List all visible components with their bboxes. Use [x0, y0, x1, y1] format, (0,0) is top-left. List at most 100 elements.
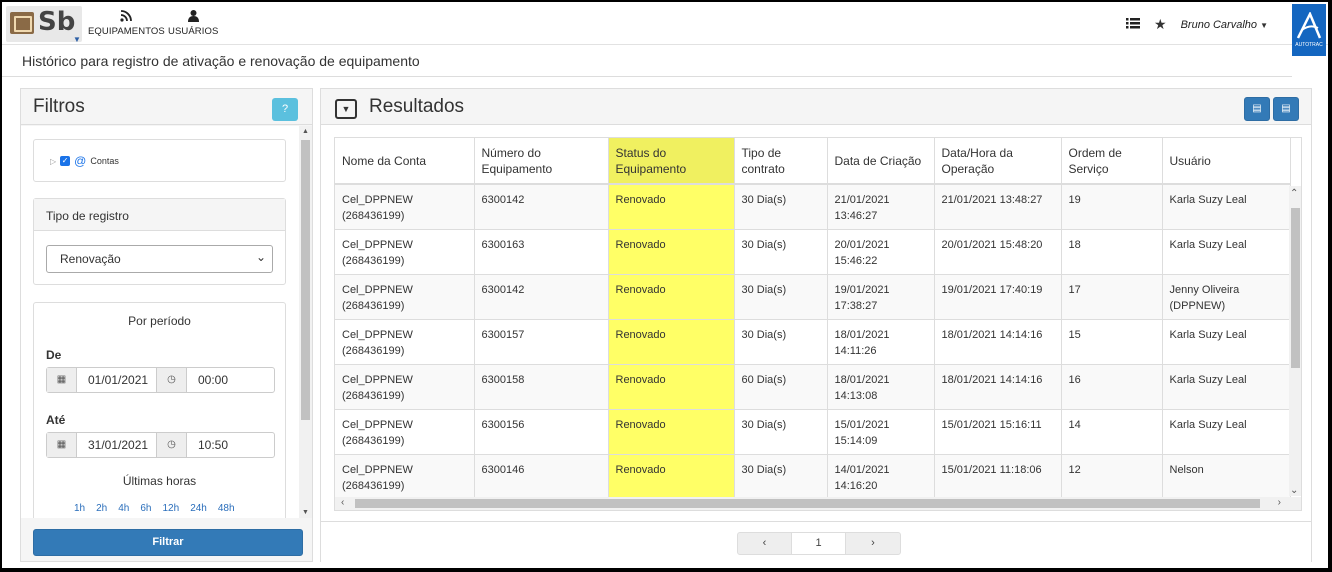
- table-cell: 30 Dia(s): [734, 454, 828, 500]
- scroll-up-icon[interactable]: ▲: [302, 128, 309, 135]
- scroll-down-icon[interactable]: ▼: [302, 509, 309, 516]
- table-vertical-scrollbar[interactable]: ⌃ ⌄: [1289, 186, 1301, 496]
- filters-scrollbar[interactable]: ▲ ▼: [299, 126, 312, 518]
- page-number[interactable]: 1: [792, 533, 846, 554]
- table-cell: Karla Suzy Leal: [1162, 319, 1291, 365]
- tipo-registro-title: Tipo de registro: [34, 199, 285, 231]
- column-header[interactable]: Data de Criação: [827, 138, 935, 185]
- accounts-tree: ▷ ✓ @ Contas: [33, 139, 286, 182]
- table-cell: 18/01/2021 14:13:08: [827, 364, 935, 410]
- nav-equipamentos[interactable]: EQUIPAMENTOS: [88, 10, 165, 37]
- table-cell: Cel_DPPNEW (268436199): [335, 229, 475, 275]
- scroll-up-icon[interactable]: ⌃: [1290, 188, 1298, 199]
- column-header[interactable]: Data/Hora da Operação: [934, 138, 1062, 185]
- table-cell: 60 Dia(s): [734, 364, 828, 410]
- column-header[interactable]: Tipo de contrato: [734, 138, 828, 185]
- table-row[interactable]: Cel_DPPNEW (268436199) 6300157 Renovado 30 …: [335, 319, 1291, 365]
- table-cell: 30 Dia(s): [734, 184, 828, 230]
- export-excel-button[interactable]: ▤: [1244, 97, 1270, 121]
- hour-link[interactable]: 12h: [163, 503, 180, 514]
- scroll-thumb[interactable]: [355, 499, 1260, 508]
- app-window: Sb ▼ EQUIPAMENTOS USUÁRIOS ★ Bruno Carva…: [2, 2, 1328, 568]
- list-icon[interactable]: [1126, 17, 1141, 32]
- table-cell: Cel_DPPNEW (268436199): [335, 319, 475, 365]
- scroll-thumb[interactable]: [301, 140, 310, 420]
- tree-expand-icon[interactable]: ▷: [50, 157, 56, 166]
- calendar-icon[interactable]: ▦: [47, 368, 77, 392]
- table-cell: 15/01/2021 11:18:06: [934, 454, 1062, 500]
- table-cell: 18/01/2021 14:14:16: [934, 319, 1062, 365]
- next-page-button[interactable]: ›: [846, 533, 900, 554]
- hour-link[interactable]: 6h: [140, 503, 151, 514]
- nav-usuarios-label: USUÁRIOS: [168, 26, 219, 37]
- results-header: ▼ Resultados ▤ ▤: [321, 89, 1311, 125]
- table-header-row: Nome da Conta Número do Equipamento Stat…: [335, 138, 1291, 185]
- de-date-input[interactable]: 01/01/2021: [77, 368, 157, 392]
- user-menu[interactable]: Bruno Carvalho ▼: [1181, 19, 1268, 31]
- ate-input-group: ▦ 31/01/2021 ◷ 10:50: [46, 432, 275, 458]
- table-cell: Renovado: [608, 454, 735, 500]
- table-row[interactable]: Cel_DPPNEW (268436199) 6300163 Renovado 30 …: [335, 229, 1291, 275]
- star-icon[interactable]: ★: [1154, 16, 1167, 33]
- results-table-container: Nome da Conta Número do Equipamento Stat…: [334, 137, 1302, 511]
- table-cell: 21/01/2021 13:48:27: [934, 184, 1062, 230]
- app-logo[interactable]: Sb ▼: [6, 6, 82, 44]
- clock-icon[interactable]: ◷: [157, 368, 187, 392]
- periodo-panel: Por período De ▦ 01/01/2021 ◷ 00:00 Até …: [33, 302, 286, 518]
- table-cell: 14/01/2021 14:16:20: [827, 454, 935, 500]
- table-row[interactable]: Cel_DPPNEW (268436199) 6300146 Renovado 30 …: [335, 454, 1291, 500]
- scroll-down-icon[interactable]: ⌄: [1290, 485, 1298, 496]
- help-button[interactable]: ?: [272, 98, 298, 121]
- table-cell: 6300156: [474, 409, 609, 455]
- filters-body: ▷ ✓ @ Contas Tipo de registro Renovação …: [21, 126, 299, 518]
- clock-icon[interactable]: ◷: [157, 433, 187, 457]
- filters-panel: Filtros ? ▷ ✓ @ Contas Tipo de registro …: [20, 88, 313, 562]
- table-cell: Karla Suzy Leal: [1162, 229, 1291, 275]
- table-row[interactable]: Cel_DPPNEW (268436199) 6300158 Renovado 60 …: [335, 364, 1291, 410]
- table-horizontal-scrollbar[interactable]: ‹ ›: [335, 497, 1301, 510]
- table-row[interactable]: Cel_DPPNEW (268436199) 6300142 Renovado 30 …: [335, 184, 1291, 230]
- table-cell: 19/01/2021 17:40:19: [934, 274, 1062, 320]
- checkbox-contas[interactable]: ✓: [60, 156, 71, 166]
- filters-title: Filtros: [33, 96, 85, 117]
- calendar-icon[interactable]: ▦: [47, 433, 77, 457]
- rss-icon: [88, 10, 165, 26]
- de-time-input[interactable]: 00:00: [187, 368, 274, 392]
- filter-icon: ▼: [341, 104, 351, 114]
- scroll-right-icon[interactable]: ›: [1278, 497, 1281, 508]
- tree-label-contas: Contas: [90, 156, 119, 166]
- column-header[interactable]: Usuário: [1162, 138, 1291, 185]
- table-cell: 15/01/2021 15:14:09: [827, 409, 935, 455]
- column-header[interactable]: Nome da Conta: [335, 138, 475, 185]
- table-row[interactable]: Cel_DPPNEW (268436199) 6300156 Renovado 30 …: [335, 409, 1291, 455]
- brand-logo: AUTOTRAC: [1292, 4, 1326, 56]
- column-header[interactable]: Status do Equipamento: [608, 138, 735, 185]
- chevron-down-icon: ▼: [73, 35, 81, 44]
- prev-page-button[interactable]: ‹: [738, 533, 792, 554]
- table-cell: Renovado: [608, 364, 735, 410]
- table-cell: 15/01/2021 15:16:11: [934, 409, 1062, 455]
- export-pdf-button[interactable]: ▤: [1273, 97, 1299, 121]
- hour-link[interactable]: 48h: [218, 503, 235, 514]
- scroll-thumb[interactable]: [1291, 208, 1300, 368]
- filter-toggle-button[interactable]: ▼: [335, 99, 357, 119]
- ate-date-input[interactable]: 31/01/2021: [77, 433, 157, 457]
- user-name: Bruno Carvalho: [1180, 18, 1258, 31]
- scroll-left-icon[interactable]: ‹: [341, 497, 344, 508]
- hour-link[interactable]: 4h: [118, 503, 129, 514]
- filtrar-button[interactable]: Filtrar: [33, 529, 303, 556]
- column-header[interactable]: Ordem de Serviço: [1061, 138, 1163, 185]
- nav-usuarios[interactable]: USUÁRIOS: [168, 10, 218, 37]
- table-row[interactable]: Cel_DPPNEW (268436199) 6300142 Renovado 30 …: [335, 274, 1291, 320]
- ate-time-input[interactable]: 10:50: [187, 433, 274, 457]
- table-cell: 6300142: [474, 274, 609, 320]
- tipo-registro-select[interactable]: Renovação ⌄: [46, 245, 273, 273]
- column-header[interactable]: Número do Equipamento: [474, 138, 609, 185]
- hour-link[interactable]: 1h: [74, 503, 85, 514]
- hour-link[interactable]: 2h: [96, 503, 107, 514]
- pagination: ‹ 1 ›: [737, 532, 901, 555]
- hour-link[interactable]: 24h: [190, 503, 207, 514]
- table-cell: 30 Dia(s): [734, 274, 828, 320]
- tipo-registro-panel: Tipo de registro Renovação ⌄: [33, 198, 286, 285]
- table-cell: 19: [1061, 184, 1163, 230]
